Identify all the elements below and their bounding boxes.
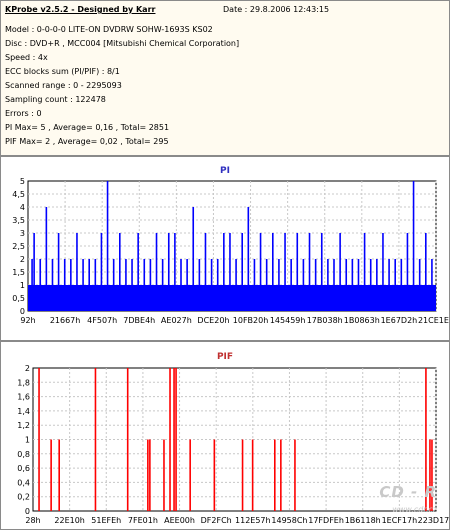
pif-y-tick-label: 0,8 bbox=[17, 450, 30, 459]
pi-y-tick-label: 1 bbox=[20, 281, 25, 290]
info-ecc-blocks: ECC blocks sum (PI/PIF) : 8/1 bbox=[5, 67, 120, 76]
pi-x-tick-label: AE027h bbox=[161, 316, 192, 325]
pif-x-tick-label: 7FE01h bbox=[128, 516, 158, 525]
scan-info-panel: KProbe v2.5.2 - Designed by Karr Date : … bbox=[0, 0, 450, 156]
info-pi-stats: PI Max= 5 , Average= 0,16 , Total= 2851 bbox=[5, 123, 170, 132]
pi-x-tick-label: 21667h bbox=[50, 316, 81, 325]
info-errors: Errors : 0 bbox=[5, 109, 42, 118]
pi-x-tick-label: DCE20h bbox=[197, 316, 229, 325]
pi-y-tick-label: 1,5 bbox=[12, 268, 25, 277]
pi-x-tick-label: 7DBE4h bbox=[123, 316, 155, 325]
watermark-url: www.cdr.cz bbox=[392, 505, 437, 514]
cdr-logo-watermark: CD - R bbox=[379, 483, 437, 501]
pif-y-tick-label: 1,8 bbox=[17, 378, 30, 387]
pif-x-tick-label: 223D17h bbox=[418, 516, 449, 525]
app-title: KProbe v2.5.2 - Designed by Karr bbox=[5, 5, 156, 14]
pif-x-tick-label: 28h bbox=[25, 516, 40, 525]
info-disc: Disc : DVD+R , MCC004 [Mitsubishi Chemic… bbox=[5, 39, 240, 48]
pif-x-tick-label: 1ECF17h bbox=[382, 516, 418, 525]
pif-x-tick-label: AEE00h bbox=[164, 516, 195, 525]
scan-date: Date : 29.8.2006 12:43:15 bbox=[223, 5, 330, 14]
pi-x-tick-label: 17B038h bbox=[307, 316, 343, 325]
pif-y-tick-label: 0,6 bbox=[17, 464, 30, 473]
pif-y-tick-label: 2 bbox=[25, 364, 30, 373]
pif-x-tick-label: 14958Ch bbox=[271, 516, 307, 525]
info-speed: Speed : 4x bbox=[5, 53, 48, 62]
pif-x-tick-label: 1B6118h bbox=[345, 516, 381, 525]
pi-x-tick-label: 4F507h bbox=[87, 316, 117, 325]
pif-y-tick-label: 1,6 bbox=[17, 393, 30, 402]
pif-y-tick-label: 1 bbox=[25, 436, 30, 445]
pif-x-tick-label: DF2FCh bbox=[201, 516, 232, 525]
info-pif-stats: PIF Max= 2 , Average= 0,02 , Total= 295 bbox=[5, 137, 169, 146]
pi-y-tick-label: 4 bbox=[20, 203, 25, 212]
pi-y-tick-label: 0,5 bbox=[12, 294, 25, 303]
pi-x-tick-label: 92h bbox=[20, 316, 35, 325]
pif-x-tick-label: 22E10h bbox=[54, 516, 84, 525]
pif-y-tick-label: 0,4 bbox=[17, 478, 30, 487]
pif-x-tick-label: 112E57h bbox=[235, 516, 271, 525]
pi-y-tick-label: 5 bbox=[20, 177, 25, 186]
pif-y-tick-label: 0 bbox=[25, 507, 30, 516]
pi-y-tick-label: 2,5 bbox=[12, 242, 25, 251]
pi-y-tick-label: 4,5 bbox=[12, 190, 25, 199]
pif-y-tick-label: 0,2 bbox=[17, 493, 30, 502]
pif-y-tick-label: 1,2 bbox=[17, 421, 30, 430]
pi-chart-panel: PI 0 0,5 1 1,5 2 2,5 3 3,5 4 4,5 5 92h 21667h 4F507h 7… bbox=[0, 156, 450, 341]
pi-chart: 0 0,5 1 1,5 2 2,5 3 3,5 4 4,5 5 92h 21667h 4F507h 7DBE… bbox=[12, 177, 449, 325]
info-sampling-count: Sampling count : 122478 bbox=[5, 95, 106, 104]
pi-y-tick-label: 0 bbox=[20, 307, 25, 316]
pi-x-tick-label: 145459h bbox=[270, 316, 306, 325]
pi-x-tick-label: 1E67D2h bbox=[381, 316, 418, 325]
pi-y-tick-label: 3,5 bbox=[12, 216, 25, 225]
pif-y-tick-label: 1,4 bbox=[17, 407, 30, 416]
pif-chart-panel: PIF 0 0,2 0,4 0,6 0,8 1 1,2 1,4 1,6 1,8 2 28h 22E10h… bbox=[0, 341, 450, 530]
pi-y-tick-label: 3 bbox=[20, 229, 25, 238]
pif-x-tick-label: 51EFEh bbox=[91, 516, 121, 525]
info-model: Model : 0-0-0-0 LITE-ON DVDRW SOHW-1693S… bbox=[5, 25, 213, 34]
pi-x-tick-label: 21CE1Eh bbox=[418, 316, 449, 325]
info-scanned-range: Scanned range : 0 - 2295093 bbox=[5, 81, 122, 90]
pif-x-tick-label: 17FDFEh bbox=[308, 516, 344, 525]
pi-x-tick-label: 1B0863h bbox=[344, 316, 380, 325]
pi-x-tick-label: 10FB20h bbox=[233, 316, 269, 325]
pi-y-tick-label: 2 bbox=[20, 255, 25, 264]
